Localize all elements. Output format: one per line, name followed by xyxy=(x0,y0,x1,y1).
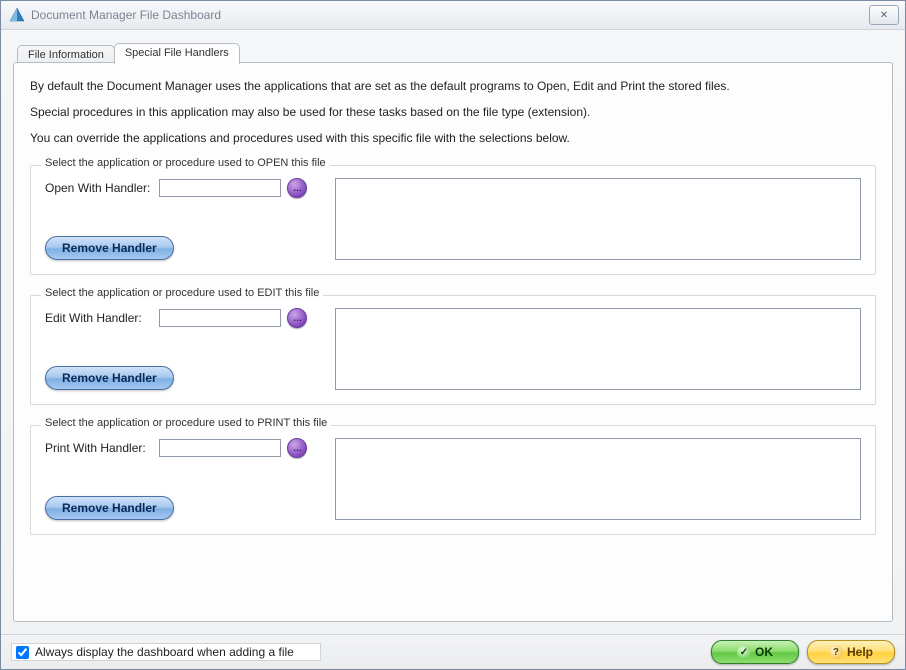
client-area: File Information Special File Handlers B… xyxy=(1,30,905,634)
close-icon: ✕ xyxy=(880,10,888,21)
edit-remove-label: Remove Handler xyxy=(62,371,157,385)
edit-remove-handler-button[interactable]: Remove Handler xyxy=(45,366,174,390)
print-description-box[interactable] xyxy=(335,438,861,520)
ok-label: OK xyxy=(755,645,773,659)
tab-panel-special: By default the Document Manager uses the… xyxy=(13,62,893,622)
open-handler-input[interactable] xyxy=(159,179,281,197)
window-title: Document Manager File Dashboard xyxy=(31,8,869,22)
dialog-window: Document Manager File Dashboard ✕ File I… xyxy=(0,0,906,670)
always-display-checkbox[interactable] xyxy=(16,646,29,659)
help-label: Help xyxy=(847,645,873,659)
group-print-legend: Select the application or procedure used… xyxy=(41,417,331,429)
group-open-legend: Select the application or procedure used… xyxy=(41,157,330,169)
group-print-handler: Select the application or procedure used… xyxy=(30,425,876,535)
intro-line-1: By default the Document Manager uses the… xyxy=(30,79,876,93)
ellipsis-icon: … xyxy=(293,313,301,323)
group-edit-handler: Select the application or procedure used… xyxy=(30,295,876,405)
tab-special-file-handlers-label: Special File Handlers xyxy=(125,47,229,59)
ok-button[interactable]: ✓ OK xyxy=(711,640,799,664)
print-handler-input[interactable] xyxy=(159,439,281,457)
print-browse-button[interactable]: … xyxy=(287,438,307,458)
print-remove-label: Remove Handler xyxy=(62,501,157,515)
question-icon: ? xyxy=(829,645,843,659)
tab-special-file-handlers[interactable]: Special File Handlers xyxy=(114,43,240,64)
edit-description-box[interactable] xyxy=(335,308,861,390)
open-remove-handler-button[interactable]: Remove Handler xyxy=(45,236,174,260)
edit-handler-input[interactable] xyxy=(159,309,281,327)
dialog-footer: Always display the dashboard when adding… xyxy=(1,634,905,669)
help-button[interactable]: ? Help xyxy=(807,640,895,664)
open-handler-label: Open With Handler: xyxy=(45,181,153,195)
group-open-handler: Select the application or procedure used… xyxy=(30,165,876,275)
print-handler-label: Print With Handler: xyxy=(45,441,153,455)
open-remove-label: Remove Handler xyxy=(62,241,157,255)
open-browse-button[interactable]: … xyxy=(287,178,307,198)
ellipsis-icon: … xyxy=(293,443,301,453)
tab-file-information-label: File Information xyxy=(28,49,104,61)
edit-handler-label: Edit With Handler: xyxy=(45,311,153,325)
intro-line-2: Special procedures in this application m… xyxy=(30,105,876,119)
always-display-checkbox-wrap[interactable]: Always display the dashboard when adding… xyxy=(11,643,321,661)
check-icon: ✓ xyxy=(737,645,751,659)
edit-browse-button[interactable]: … xyxy=(287,308,307,328)
tab-strip: File Information Special File Handlers xyxy=(13,42,893,63)
app-icon xyxy=(9,7,25,23)
always-display-label: Always display the dashboard when adding… xyxy=(35,645,294,659)
intro-line-3: You can override the applications and pr… xyxy=(30,131,876,145)
title-bar: Document Manager File Dashboard ✕ xyxy=(1,1,905,30)
print-remove-handler-button[interactable]: Remove Handler xyxy=(45,496,174,520)
ellipsis-icon: … xyxy=(293,183,301,193)
intro-text: By default the Document Manager uses the… xyxy=(30,79,876,145)
group-edit-legend: Select the application or procedure used… xyxy=(41,287,323,299)
open-description-box[interactable] xyxy=(335,178,861,260)
close-button[interactable]: ✕ xyxy=(869,5,899,25)
